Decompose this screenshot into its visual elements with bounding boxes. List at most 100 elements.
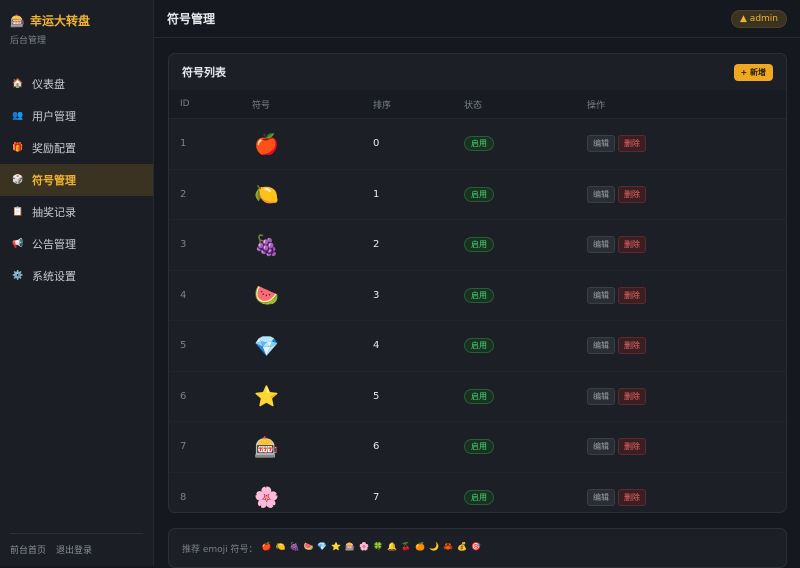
table-row: 4 🍉 3 启用 编辑 删除	[169, 271, 786, 321]
slot-machine-icon: 🎰	[254, 434, 279, 459]
emoji-option[interactable]: 💎	[317, 542, 327, 551]
frontend-home-link[interactable]: 前台首页	[10, 543, 46, 556]
delete-button[interactable]: 删除	[618, 488, 646, 506]
row-id: 6	[180, 390, 187, 402]
edit-button[interactable]: 编辑	[587, 488, 615, 506]
table-row: 1 🍎 0 启用 编辑 删除	[169, 119, 786, 170]
delete-button[interactable]: 删除	[618, 387, 646, 405]
slot-machine-icon: 🎰	[10, 13, 25, 28]
status-badge: 启用	[464, 186, 494, 202]
table-row: 7 🎰 6 启用 编辑 删除	[169, 422, 786, 473]
emoji-option[interactable]: 🍊	[415, 542, 425, 551]
edit-button[interactable]: 编辑	[587, 286, 615, 304]
sidebar-item-symbols[interactable]: 🎲 符号管理	[0, 164, 153, 196]
table-row: 8 🌸 7 启用 编辑 删除	[169, 473, 786, 523]
emoji-option[interactable]: 🍉	[303, 542, 313, 551]
add-symbol-button[interactable]: + 新增	[733, 63, 773, 81]
sidebar-item-label: 奖励配置	[32, 142, 76, 155]
emoji-option[interactable]: 🍎	[262, 542, 272, 551]
table-row: 2 🍋 1 启用 编辑 删除	[169, 170, 786, 220]
sidebar-item-label: 系统设置	[32, 270, 76, 283]
sidebar-item-rewards[interactable]: 🎁 奖励配置	[0, 132, 153, 164]
sidebar-item-announcements[interactable]: 📢 公告管理	[0, 228, 153, 260]
edit-button[interactable]: 编辑	[587, 236, 615, 254]
table-header: ID 符号 排序 状态 操作	[169, 90, 786, 119]
row-order: 6	[373, 441, 380, 453]
delete-button[interactable]: 删除	[618, 337, 646, 355]
star-icon: ⭐	[254, 384, 279, 409]
sidebar-item-label: 抽奖记录	[32, 206, 76, 219]
row-id: 1	[180, 138, 187, 150]
delete-button[interactable]: 删除	[618, 236, 646, 254]
emoji-option[interactable]: 🔔	[387, 542, 397, 551]
delete-button[interactable]: 删除	[618, 135, 646, 153]
row-id: 3	[180, 239, 187, 251]
emoji-option[interactable]: 🍇	[289, 542, 299, 551]
edit-button[interactable]: 编辑	[587, 438, 615, 456]
grapes-icon: 🍇	[254, 232, 279, 257]
sidebar-item-label: 符号管理	[32, 174, 76, 187]
sidebar-item-draw-records[interactable]: 📋 抽奖记录	[0, 196, 153, 228]
recommended-label: 推荐 emoji 符号：	[182, 545, 258, 555]
logout-link[interactable]: 退出登录	[56, 543, 92, 556]
status-badge: 启用	[464, 489, 494, 505]
row-id: 4	[180, 289, 187, 301]
emoji-option[interactable]: 🌸	[359, 542, 369, 551]
sidebar-item-users[interactable]: 👥 用户管理	[0, 100, 153, 132]
brand-title-row: 🎰 幸运大转盘	[10, 12, 143, 29]
sidebar-item-dashboard[interactable]: 🏠 仪表盘	[0, 68, 153, 100]
row-order: 2	[373, 239, 380, 251]
diamond-icon: 💎	[254, 333, 279, 358]
gear-icon: ⚙️	[12, 271, 24, 281]
delete-button[interactable]: 删除	[618, 185, 646, 203]
delete-button[interactable]: 删除	[618, 438, 646, 456]
emoji-option[interactable]: 🎯	[471, 542, 481, 551]
watermelon-icon: 🍉	[254, 283, 279, 308]
emoji-option[interactable]: 🍒	[401, 542, 411, 551]
edit-button[interactable]: 编辑	[587, 387, 615, 405]
sidebar: 🎰 幸运大转盘 后台管理 🏠 仪表盘 👥 用户管理 🎁 奖励配置 🎲 符号管理 …	[0, 0, 154, 566]
emoji-option[interactable]: ⭐	[331, 542, 341, 551]
brand-subtitle: 后台管理	[10, 36, 47, 46]
blossom-icon: 🌸	[254, 485, 279, 510]
apple-icon: 🍎	[254, 131, 279, 156]
sidebar-nav: 🏠 仪表盘 👥 用户管理 🎁 奖励配置 🎲 符号管理 📋 抽奖记录 📢 公告管理…	[0, 68, 153, 292]
sidebar-item-settings[interactable]: ⚙️ 系统设置	[0, 260, 153, 292]
row-id: 2	[180, 188, 187, 200]
status-badge: 启用	[464, 136, 494, 152]
recommended-emoji-list: 🍎 🍋 🍇 🍉 💎 ⭐ 🎰 🌸 🍀 🔔 🍒 🍊 🌙 🦀 💰 🎯	[262, 542, 482, 551]
emoji-option[interactable]: 🦀	[443, 542, 453, 551]
emoji-option[interactable]: 🎰	[345, 542, 355, 551]
user-badge[interactable]: ▲ admin	[731, 9, 787, 28]
edit-button[interactable]: 编辑	[587, 185, 615, 203]
emoji-option[interactable]: 🍋	[276, 542, 286, 551]
status-badge: 启用	[464, 338, 494, 354]
table-row: 5 💎 4 启用 编辑 删除	[169, 321, 786, 372]
column-operations: 操作	[587, 100, 606, 111]
emoji-option[interactable]: 🍀	[373, 542, 383, 551]
status-badge: 启用	[464, 237, 494, 253]
card-header: 符号列表 + 新增	[169, 54, 786, 90]
emoji-option[interactable]: 💰	[457, 542, 467, 551]
symbol-list-card: 符号列表 + 新增 ID 符号 排序 状态 操作 1 🍎 0 启用 编辑 删除 2…	[168, 53, 787, 513]
status-badge: 启用	[464, 287, 494, 303]
users-icon: 👥	[12, 111, 24, 121]
row-order: 1	[373, 188, 380, 200]
column-id: ID	[180, 99, 190, 109]
status-badge: 启用	[464, 388, 494, 404]
row-order: 4	[373, 340, 380, 352]
recommended-emoji-card: 推荐 emoji 符号： 🍎 🍋 🍇 🍉 💎 ⭐ 🎰 🌸 🍀 🔔 🍒 🍊 🌙 🦀…	[168, 528, 787, 568]
status-badge: 启用	[464, 439, 494, 455]
edit-button[interactable]: 编辑	[587, 135, 615, 153]
sidebar-item-label: 用户管理	[32, 110, 76, 123]
dice-icon: 🎲	[12, 175, 24, 185]
sidebar-item-label: 公告管理	[32, 238, 76, 251]
card-title: 符号列表	[182, 66, 226, 79]
clipboard-icon: 📋	[12, 207, 24, 217]
edit-button[interactable]: 编辑	[587, 337, 615, 355]
brand-title: 幸运大转盘	[29, 14, 90, 28]
brand: 🎰 幸运大转盘 后台管理	[0, 0, 153, 47]
emoji-option[interactable]: 🌙	[429, 542, 439, 551]
delete-button[interactable]: 删除	[618, 286, 646, 304]
topbar: 符号管理 ▲ admin	[154, 0, 800, 38]
